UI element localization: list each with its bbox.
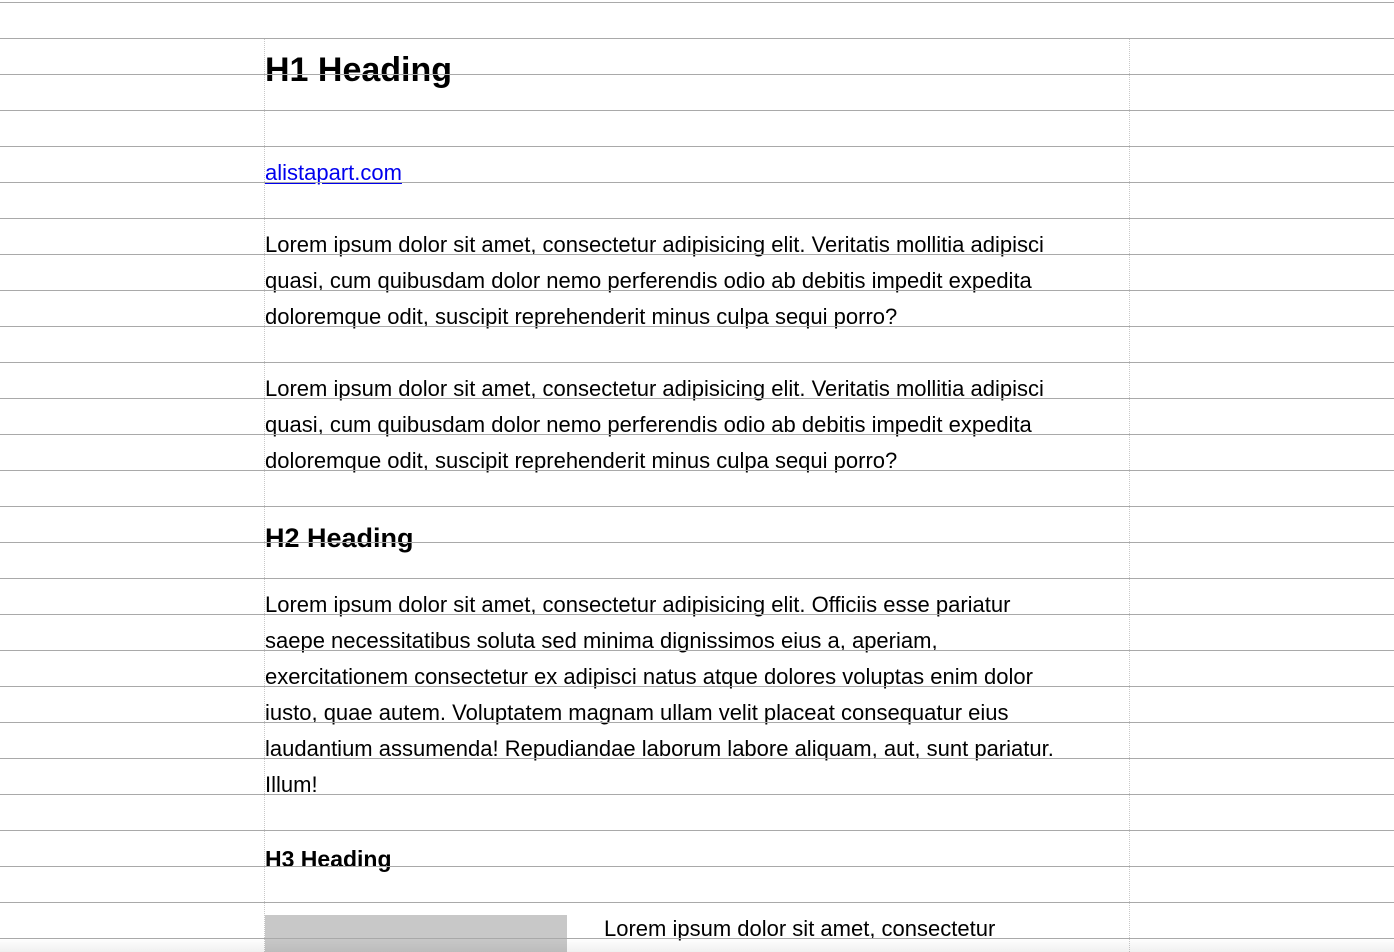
h3-heading: H3 Heading <box>265 846 392 872</box>
paragraph-line: Lorem ipsum dolor sit amet, consectetur … <box>265 232 1044 257</box>
h1-heading: H1 Heading <box>265 51 453 89</box>
paragraph-line: iusto, quae autem. Voluptatem magnam ull… <box>265 700 1009 725</box>
paragraph-line: quasi, cum quibusdam dolor nemo perferen… <box>265 268 1032 293</box>
paragraph-line: doloremque odit, suscipit reprehenderit … <box>265 304 898 329</box>
paragraph-1: Lorem ipsum dolor sit amet, consectetur … <box>265 227 1131 335</box>
paragraph-3: Lorem ipsum dolor sit amet, consectetur … <box>265 587 1131 803</box>
paragraph-line: Lorem ipsum dolor sit amet, consectetur … <box>265 376 1044 401</box>
floated-paragraph-text: Lorem ipsum dolor sit amet, consectetur <box>604 916 996 941</box>
h2-heading: H2 Heading <box>265 523 414 553</box>
paragraph-line: Lorem ipsum dolor sit amet, consectetur … <box>265 592 1011 617</box>
paragraph-line: doloremque odit, suscipit reprehenderit … <box>265 448 898 473</box>
paragraph-line: quasi, cum quibusdam dolor nemo perferen… <box>265 412 1032 437</box>
paragraph-line: saepe necessitatibus soluta sed minima d… <box>265 628 938 653</box>
image-placeholder <box>265 915 567 952</box>
column-guide-right <box>1129 38 1130 952</box>
paragraph-line: exercitationem consectetur ex adipisci n… <box>265 664 1033 689</box>
alistapart-link[interactable]: alistapart.com <box>265 155 402 191</box>
paragraph-line: Illum! <box>265 772 318 797</box>
paragraph-line: laudantium assumenda! Repudiandae laboru… <box>265 736 1054 761</box>
paragraph-2: Lorem ipsum dolor sit amet, consectetur … <box>265 371 1131 479</box>
